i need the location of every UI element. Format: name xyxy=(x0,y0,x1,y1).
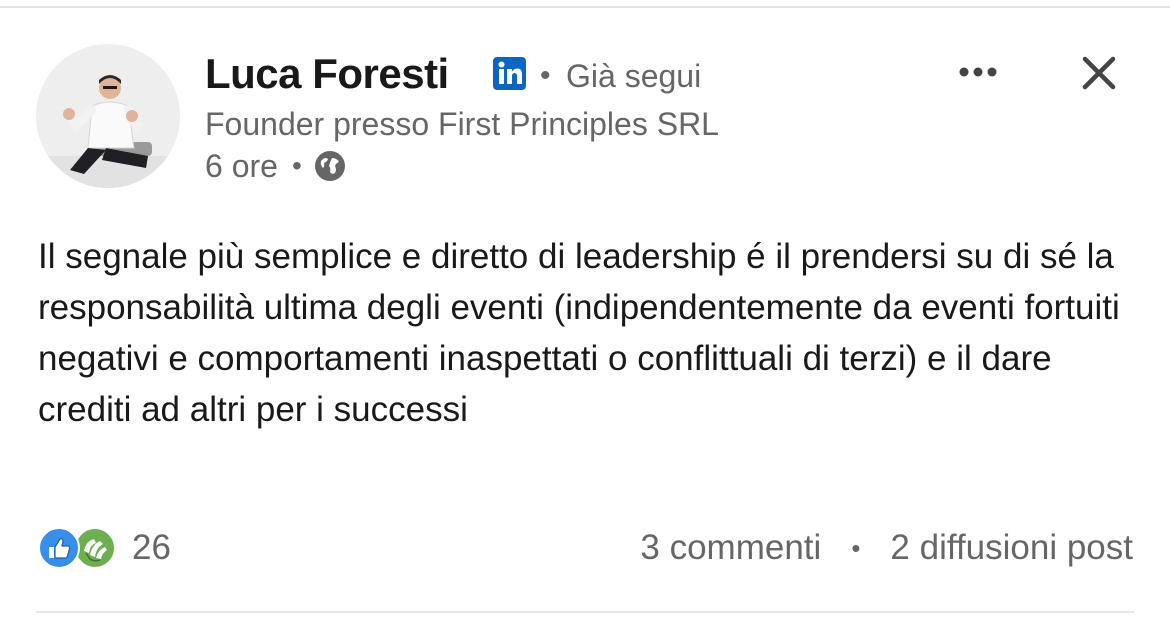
author-name[interactable]: Luca Foresti xyxy=(205,46,449,102)
post-time: 6 ore xyxy=(205,147,278,184)
avatar-photo xyxy=(36,44,180,188)
author-headline: Founder presso First Principles SRL xyxy=(205,106,719,142)
top-divider xyxy=(0,6,1170,8)
celebrate-icon xyxy=(74,527,116,569)
close-icon xyxy=(1082,56,1116,90)
post-meta: 6 ore • xyxy=(205,146,346,186)
post-body-text: Il segnale più semplice e diretto di lea… xyxy=(38,237,1120,429)
like-icon xyxy=(38,527,80,569)
more-horizontal-icon xyxy=(959,67,997,77)
reaction-icons xyxy=(38,525,122,571)
linkedin-icon xyxy=(493,57,526,90)
reactions-summary[interactable]: 26 xyxy=(38,523,171,573)
social-separator: • xyxy=(851,532,861,563)
close-button[interactable] xyxy=(1073,47,1125,99)
social-counts: 3 commenti • 2 diffusioni post xyxy=(640,523,1133,573)
avatar[interactable] xyxy=(36,44,180,188)
follow-status: Già segui xyxy=(566,58,702,94)
comments-count[interactable]: 3 commenti xyxy=(640,528,821,568)
reposts-count[interactable]: 2 diffusioni post xyxy=(890,528,1133,568)
follow-separator: • xyxy=(540,59,551,92)
globe-icon xyxy=(314,151,345,181)
bottom-divider xyxy=(36,611,1134,613)
more-options-button[interactable] xyxy=(952,52,1004,92)
reaction-count[interactable]: 26 xyxy=(132,528,171,568)
meta-separator: • xyxy=(291,150,302,181)
